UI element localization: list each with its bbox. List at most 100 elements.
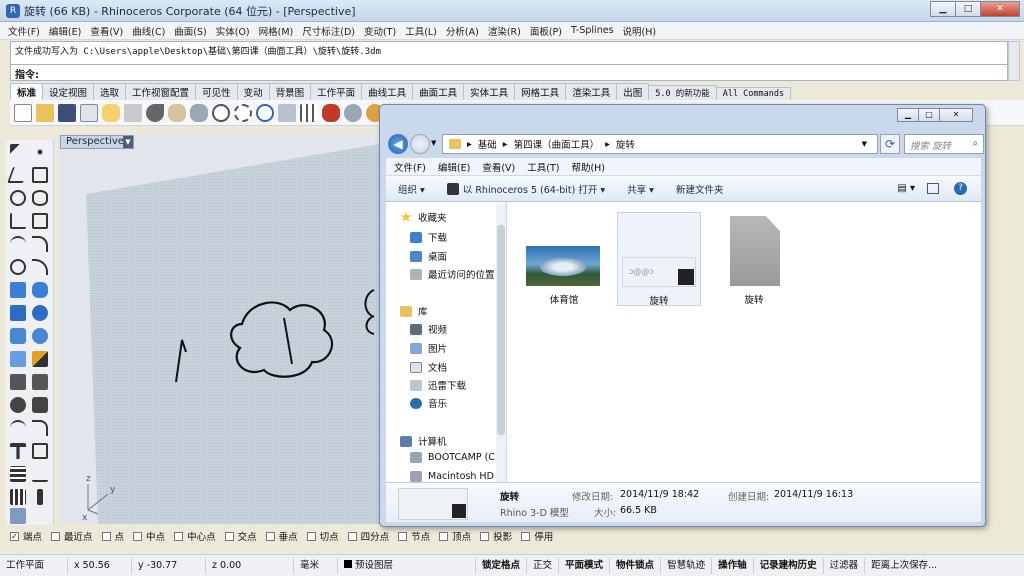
surface-edge-icon[interactable] [32, 282, 48, 298]
open-folder-icon[interactable] [36, 103, 54, 122]
nav-libraries[interactable]: 库 [400, 304, 428, 318]
rectangle-icon[interactable] [32, 213, 48, 229]
organize-button[interactable]: 组织 ▾ [398, 182, 425, 196]
status-layer[interactable]: 预设图层 [338, 557, 476, 574]
trim-icon[interactable] [10, 420, 26, 436]
split-icon[interactable] [32, 420, 48, 436]
osnap-quadrant[interactable]: 四分点 [347, 529, 389, 543]
preview-pane-icon[interactable] [927, 183, 939, 194]
arc-icon[interactable] [10, 236, 26, 252]
file-item-rotate-backup[interactable]: 旋转 [712, 212, 796, 306]
grid-array-icon[interactable] [10, 489, 26, 505]
nav-desktop[interactable]: 桌面 [410, 249, 447, 263]
breadcrumb-item[interactable]: 旋转 [616, 137, 635, 151]
nav-pictures[interactable]: 图片 [410, 341, 447, 355]
zoom-window-icon[interactable] [234, 103, 252, 122]
circle-icon[interactable] [10, 190, 26, 206]
menu-solid[interactable]: 实体(O) [216, 24, 250, 38]
new-folder-button[interactable]: 新建文件夹 [676, 182, 724, 196]
rotate-view-icon[interactable] [190, 103, 208, 122]
point-icon[interactable] [32, 144, 48, 160]
view-options-icon[interactable]: ▤ ▾ [897, 183, 915, 194]
file-item-stadium[interactable]: 体育馆 [522, 212, 606, 306]
osnap-near[interactable]: 最近点 [51, 529, 93, 543]
car-icon[interactable] [322, 103, 340, 122]
menu-render[interactable]: 渲染(R) [488, 24, 521, 38]
address-dropdown-icon[interactable]: ▼ [862, 140, 867, 148]
sphere-icon[interactable] [32, 328, 48, 344]
status-planar[interactable]: 平面模式 [559, 557, 611, 574]
tab-mesh-tools[interactable]: 网格工具 [514, 83, 567, 100]
nav-favorites[interactable]: 收藏夹 [400, 210, 447, 224]
breadcrumb-item[interactable]: 第四课（曲面工具） [514, 137, 600, 151]
menu-file[interactable]: 文件(F) [8, 24, 40, 38]
viewport-menu-arrow-icon[interactable]: ▼ [123, 136, 133, 148]
nav-videos[interactable]: 视频 [410, 322, 447, 336]
osnap-knot[interactable]: 节点 [398, 529, 430, 543]
undo-view-icon[interactable] [278, 103, 296, 122]
explorer-menu-help[interactable]: 帮助(H) [571, 160, 605, 174]
close-button[interactable]: ✕ [980, 1, 1020, 17]
status-smarttrack[interactable]: 智慧轨迹 [661, 557, 713, 574]
tab-select[interactable]: 选取 [93, 83, 127, 100]
menu-transform[interactable]: 变动(T) [364, 24, 396, 38]
share-button[interactable]: 共享 ▾ [627, 182, 654, 196]
gumball-icon[interactable] [37, 489, 43, 505]
boolean-icon[interactable] [32, 351, 48, 367]
select-arrow-icon[interactable] [10, 144, 26, 160]
viewport-title-tab[interactable]: Perspective ▼ [60, 135, 134, 149]
maximize-button[interactable]: □ [955, 1, 981, 17]
explorer-maximize-button[interactable]: □ [918, 108, 940, 122]
undo-icon[interactable] [146, 103, 164, 122]
explorer-menu-file[interactable]: 文件(F) [394, 160, 426, 174]
nav-scrollbar-thumb[interactable] [497, 225, 505, 435]
pan-hand-icon[interactable] [168, 103, 186, 122]
extrude-icon[interactable] [10, 305, 26, 321]
nav-documents[interactable]: 文档 [410, 360, 447, 374]
tab-surface-tools[interactable]: 曲面工具 [412, 83, 465, 100]
fillet-curve-icon[interactable] [32, 236, 48, 252]
explorer-menu-tools[interactable]: 工具(T) [527, 160, 559, 174]
explode-icon[interactable] [32, 443, 48, 459]
back-arrow-icon[interactable]: ◀ [388, 134, 408, 154]
help-icon[interactable]: ? [954, 182, 967, 195]
polygon-icon[interactable] [10, 213, 26, 229]
status-cplane[interactable]: 工作平面 [0, 557, 68, 574]
osnap-tangent[interactable]: 切点 [306, 529, 339, 543]
explorer-menu-edit[interactable]: 编辑(E) [438, 160, 470, 174]
open-with-button[interactable]: 以 Rhinoceros 5 (64-bit) 打开 ▾ [463, 182, 605, 196]
tab-solid-tools[interactable]: 实体工具 [463, 83, 516, 100]
menu-tools[interactable]: 工具(L) [405, 24, 437, 38]
status-ortho[interactable]: 正交 [527, 557, 560, 574]
osnap-project[interactable]: 投影 [480, 529, 512, 543]
history-dropdown-icon[interactable]: ▼ [431, 139, 436, 147]
copy-icon[interactable] [124, 103, 142, 122]
status-grid-snap[interactable]: 锁定格点 [476, 557, 528, 574]
save-icon[interactable] [58, 103, 76, 122]
tab-viewport-layout[interactable]: 工作视窗配置 [125, 83, 197, 100]
tab-set-view[interactable]: 设定视图 [42, 83, 95, 100]
osnap-mid[interactable]: 中点 [133, 529, 165, 543]
tab-new-in-v5[interactable]: 5.0 的新功能 [648, 85, 717, 100]
forward-arrow-icon[interactable] [410, 134, 430, 154]
tab-drafting[interactable]: 出图 [616, 83, 650, 100]
address-bar[interactable]: ▸ 基础 ▸ 第四课（曲面工具） ▸ 旋转 ▼ [442, 134, 878, 154]
menu-tsplines[interactable]: T-Splines [571, 25, 614, 36]
menu-surface[interactable]: 曲面(S) [174, 24, 206, 38]
tab-all-commands[interactable]: All Commands [715, 87, 792, 100]
array-icon[interactable] [10, 466, 26, 482]
osnap-intersection[interactable]: 交点 [224, 529, 257, 543]
tab-render-tools[interactable]: 渲染工具 [565, 83, 618, 100]
curve-blend-icon[interactable] [32, 259, 48, 275]
hide-object-icon[interactable] [344, 103, 362, 122]
nav-computer[interactable]: 计算机 [400, 434, 447, 448]
tab-standard[interactable]: 标准 [10, 83, 44, 100]
refresh-icon[interactable]: ⟳ [880, 134, 900, 154]
nav-bootcamp-drive[interactable]: BOOTCAMP (C: [410, 452, 498, 463]
zoom-icon[interactable] [212, 103, 230, 122]
menu-help[interactable]: 说明(H) [623, 24, 657, 38]
revolve-icon[interactable] [32, 305, 48, 321]
menu-view[interactable]: 查看(V) [90, 24, 123, 38]
curve-cv-icon[interactable] [32, 167, 48, 183]
analyze-icon[interactable] [10, 508, 26, 524]
